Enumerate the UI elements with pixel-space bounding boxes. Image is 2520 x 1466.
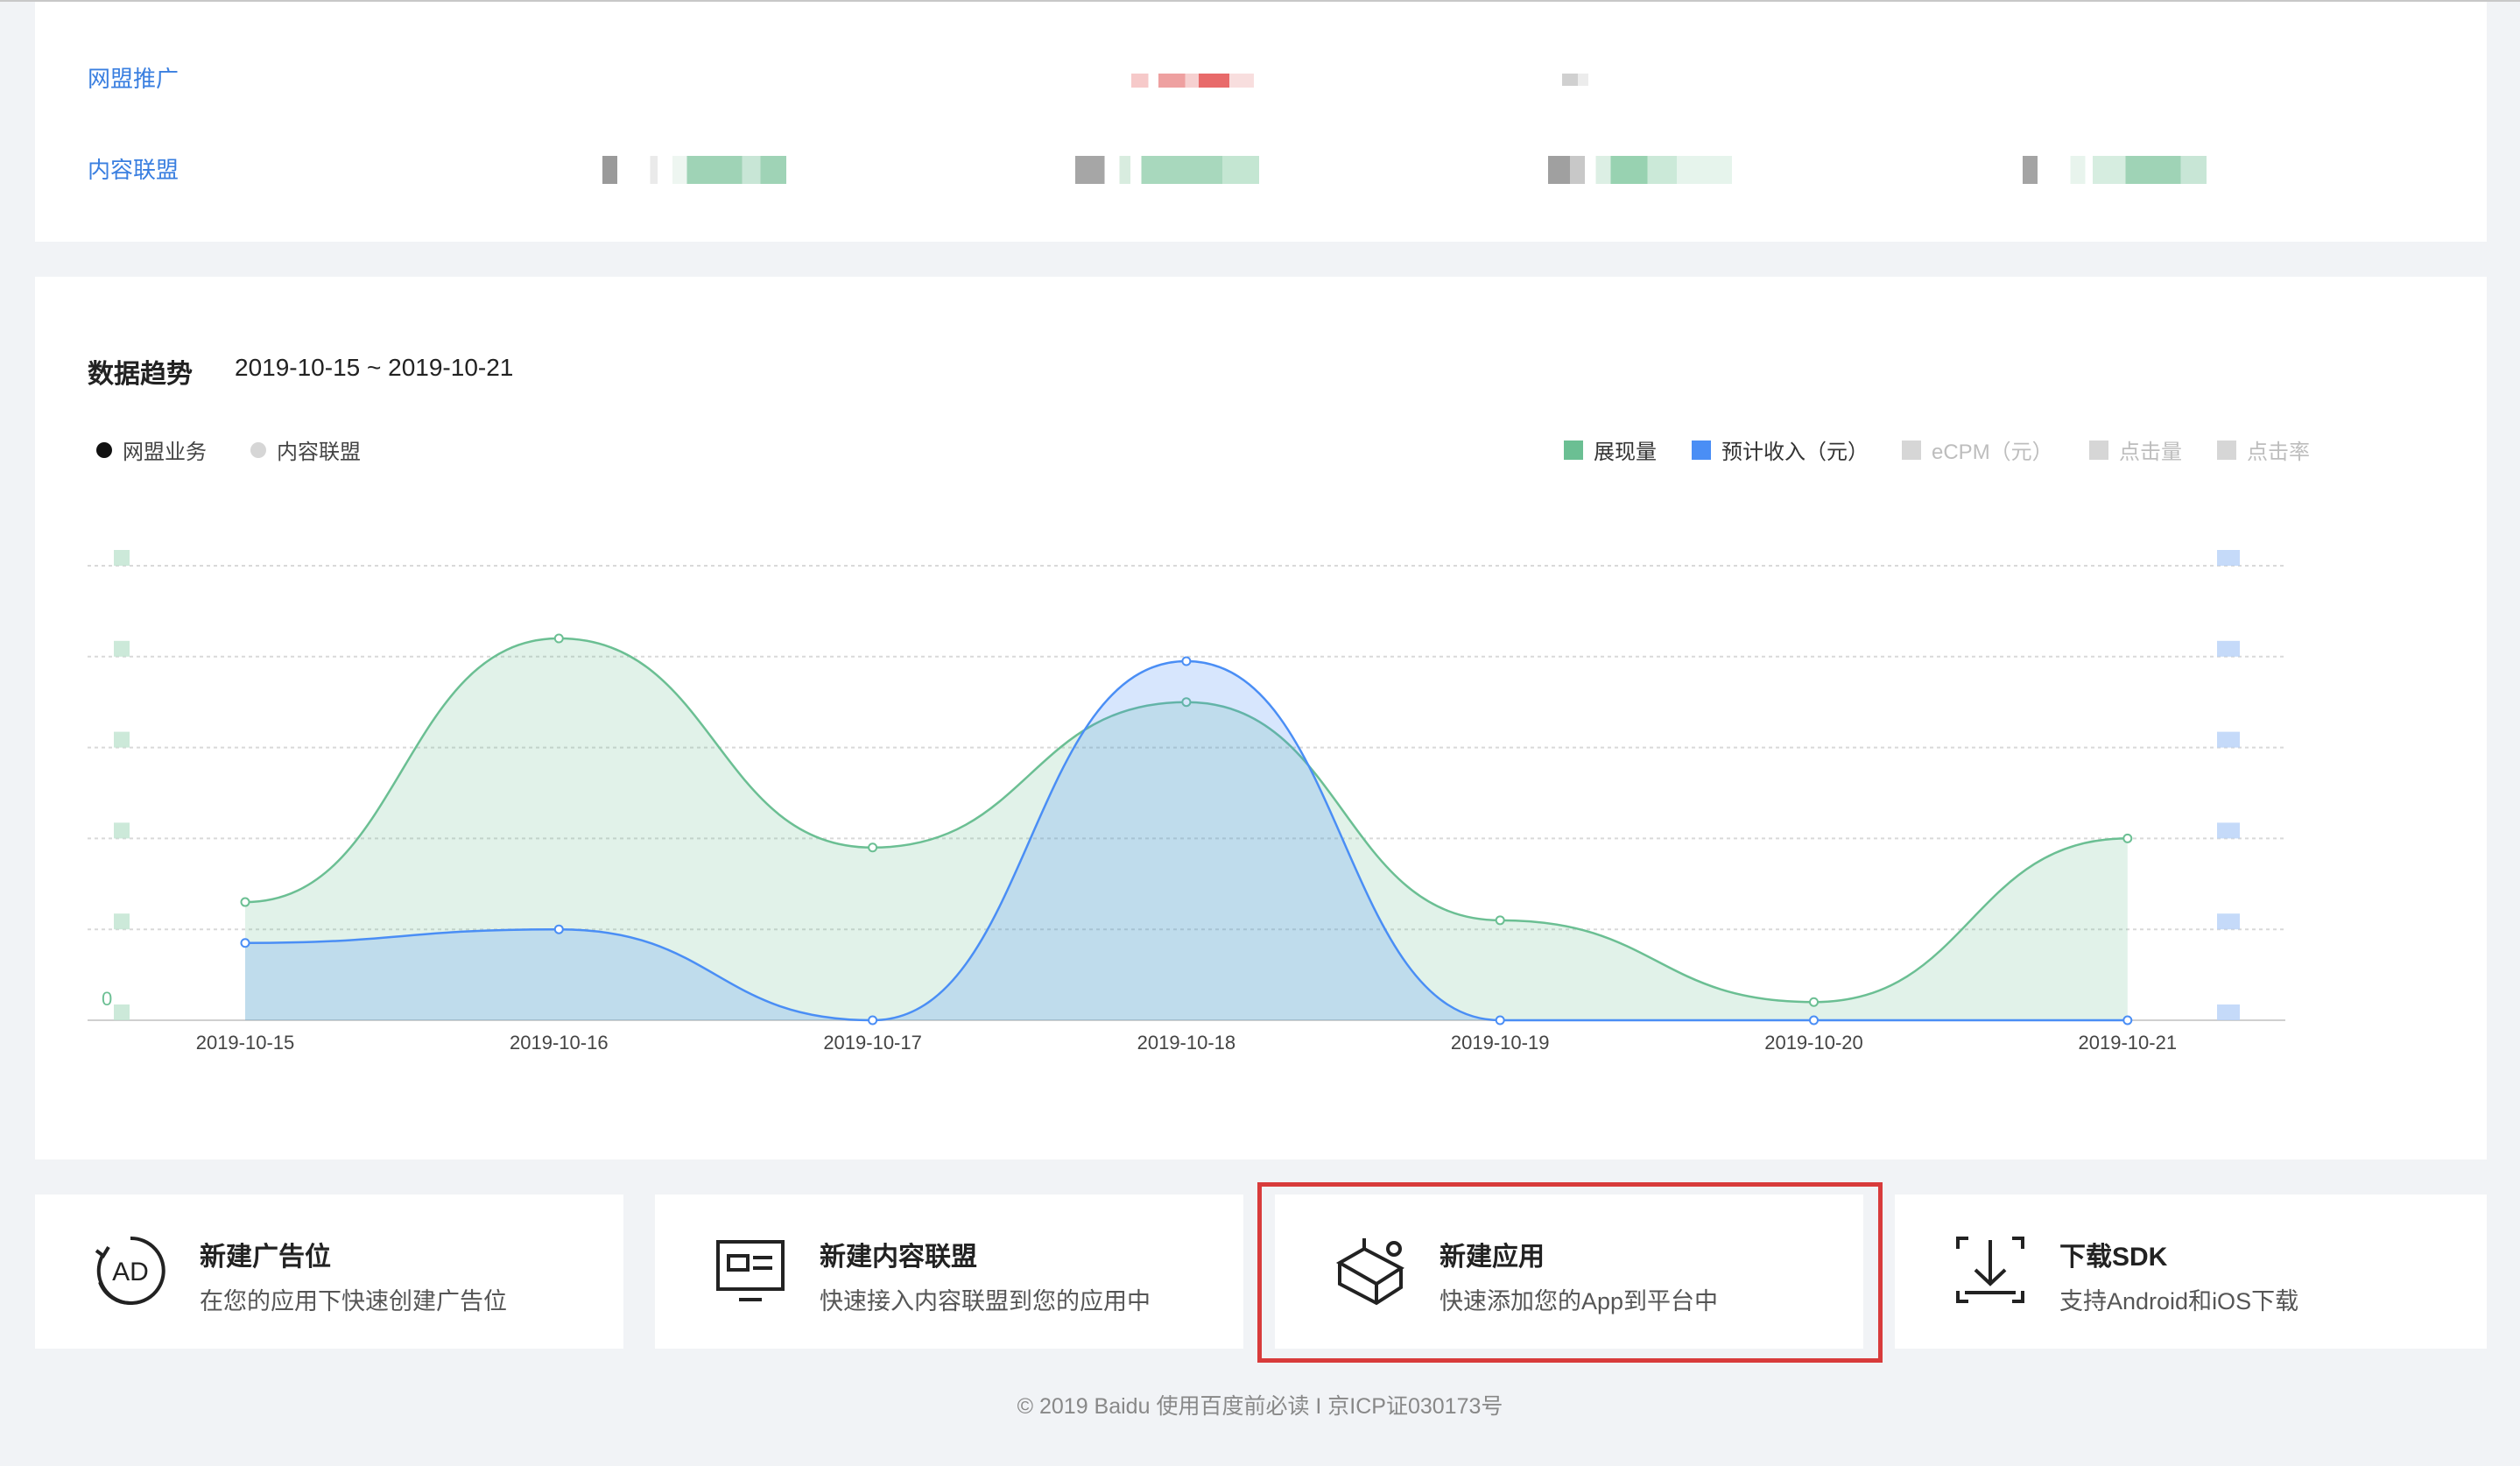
ad-icon: AD — [95, 1236, 165, 1306]
card-new-ad-slot[interactable]: AD 新建广告位 在您的应用下快速创建广告位 — [35, 1195, 623, 1349]
data-point[interactable] — [1495, 1015, 1505, 1025]
x-tick-label: 2019-10-17 — [823, 1032, 922, 1054]
x-tick-label: 2019-10-19 — [1450, 1032, 1550, 1054]
data-point[interactable] — [1495, 915, 1505, 926]
data-trend-panel: 数据趋势 2019-10-15 ~ 2019-10-21 网盟业务 内容联盟 展… — [35, 277, 2487, 1159]
blurred-value — [1075, 156, 1259, 184]
cube-icon — [1335, 1238, 1404, 1306]
card-new-content-union[interactable]: 新建内容联盟 快速接入内容联盟到您的应用中 — [655, 1195, 1243, 1349]
card-new-app[interactable]: 新建应用 快速添加您的App到平台中 — [1275, 1195, 1863, 1349]
y-axis-left-tick — [114, 822, 130, 839]
card-title: 新建广告位 — [200, 1243, 331, 1272]
card-desc: 在您的应用下快速创建广告位 — [200, 1288, 507, 1314]
card-title: 下载SDK — [2059, 1243, 2168, 1272]
data-point[interactable] — [2122, 833, 2133, 843]
product-summary-panel: 网盟推广 内容联盟 — [35, 2, 2487, 242]
svg-text:AD: AD — [112, 1258, 149, 1286]
y-axis-right-tick — [2217, 822, 2240, 839]
card-desc: 快速添加您的App到平台中 — [1439, 1288, 1719, 1314]
trend-chart — [88, 550, 2285, 1025]
x-tick-label: 2019-10-18 — [1137, 1032, 1236, 1054]
y-axis-left-tick — [114, 550, 130, 566]
data-point[interactable] — [240, 938, 250, 948]
card-desc: 支持Android和iOS下载 — [2059, 1288, 2299, 1314]
monitor-icon — [716, 1240, 785, 1301]
data-point[interactable] — [1809, 1015, 1819, 1025]
x-tick-label: 2019-10-15 — [195, 1032, 295, 1054]
data-point[interactable] — [240, 897, 250, 907]
data-point[interactable] — [1181, 656, 1192, 666]
card-download-sdk[interactable]: 下载SDK 支持Android和iOS下载 — [1895, 1195, 2487, 1349]
blurred-value — [602, 156, 786, 184]
y-axis-right-tick — [2217, 731, 2240, 748]
blurred-value — [1548, 156, 1732, 184]
blurred-value — [1562, 74, 1588, 86]
y-axis-zero-label: 0 — [102, 988, 113, 1010]
footer: © 2019 Baidu 使用百度前必读 I 京ICP证030173号 — [1017, 1394, 1503, 1419]
data-point[interactable] — [553, 924, 564, 934]
card-title: 新建内容联盟 — [820, 1243, 977, 1272]
x-tick-label: 2019-10-20 — [1764, 1032, 1863, 1054]
download-icon — [1956, 1237, 2024, 1303]
card-title: 新建应用 — [1439, 1243, 1545, 1272]
data-point[interactable] — [2122, 1015, 2133, 1025]
card-desc: 快速接入内容联盟到您的应用中 — [820, 1288, 1151, 1314]
data-point[interactable] — [868, 1015, 878, 1025]
blurred-value — [1131, 74, 1254, 88]
x-tick-label: 2019-10-21 — [2078, 1032, 2178, 1054]
data-point[interactable] — [1809, 997, 1819, 1007]
product-link-wangmeng[interactable]: 网盟推广 — [88, 61, 179, 94]
x-tick-label: 2019-10-16 — [510, 1032, 609, 1054]
product-link-content-union[interactable]: 内容联盟 — [88, 152, 179, 185]
y-axis-left-tick — [114, 913, 130, 930]
blurred-value — [2023, 156, 2207, 184]
y-axis-right-tick — [2217, 640, 2240, 657]
y-axis-left-tick — [114, 1004, 130, 1020]
y-axis-right-tick — [2217, 1004, 2240, 1020]
data-point[interactable] — [553, 633, 564, 644]
y-axis-left-tick — [114, 640, 130, 657]
y-axis-right-tick — [2217, 913, 2240, 930]
y-axis-right-tick — [2217, 550, 2240, 566]
y-axis-left-tick — [114, 731, 130, 748]
data-point[interactable] — [868, 842, 878, 853]
